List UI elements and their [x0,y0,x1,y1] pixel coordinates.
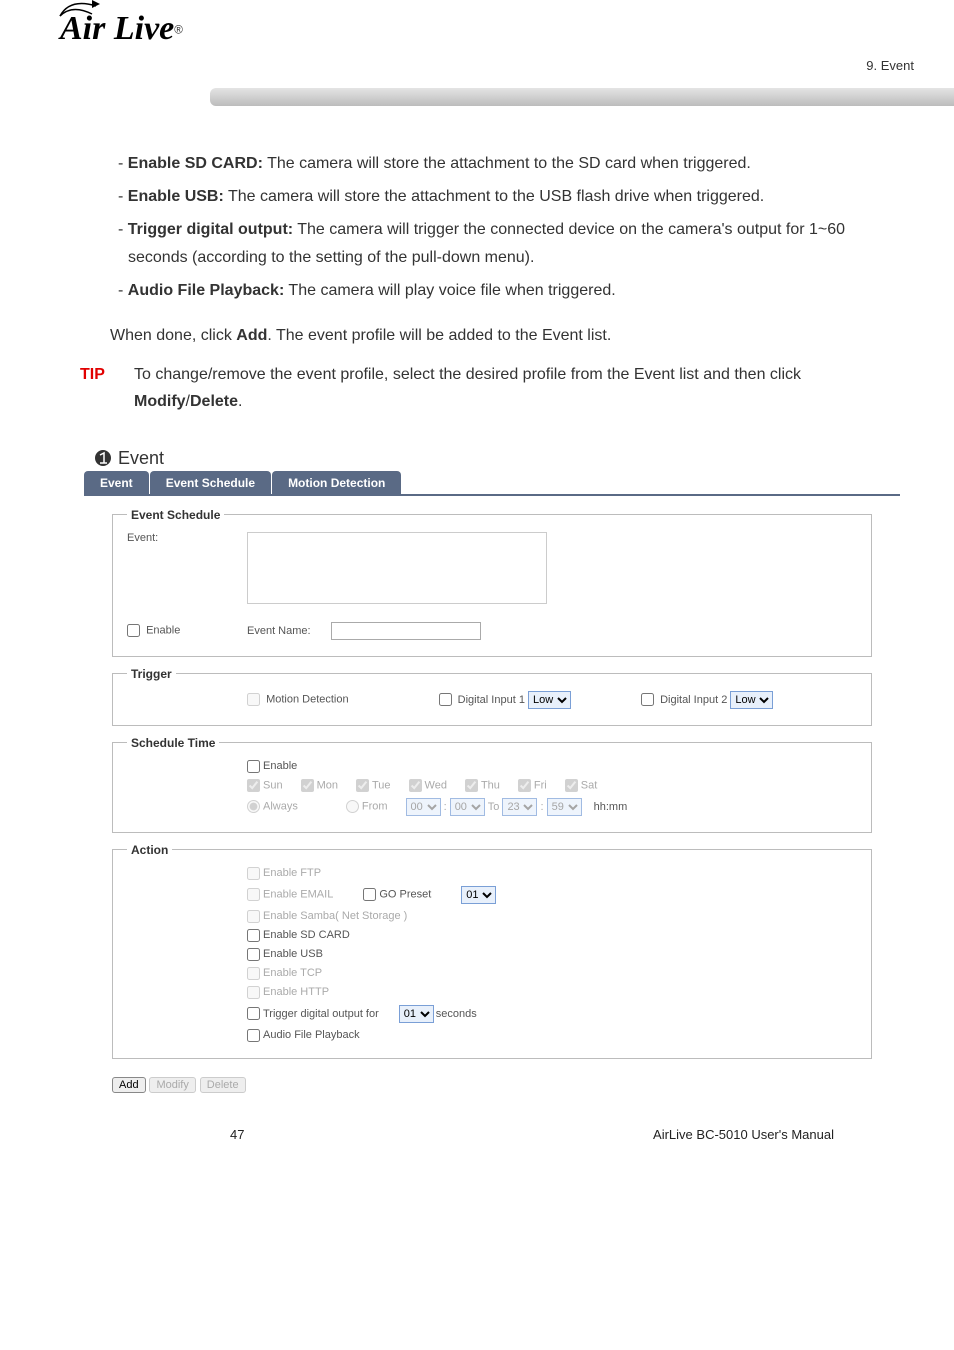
delete-button[interactable]: Delete [200,1077,246,1093]
bullet-sdcard: Enable SD CARD: The camera will store th… [110,150,894,177]
motion-detection-checkbox[interactable] [247,693,260,706]
page-header: Air Live® 9. Event [0,0,954,120]
to-hour-select[interactable]: 23 [502,798,537,816]
add-button[interactable]: Add [112,1077,146,1093]
manual-title: AirLive BC-5010 User's Manual [653,1127,834,1142]
always-radio[interactable] [247,800,260,813]
enable-sdcard-checkbox[interactable] [247,929,260,942]
day-tue-checkbox[interactable] [356,779,369,792]
fieldset-schedule-time: Schedule Time Enable Sun Mon Tue Wed Thu… [112,736,872,833]
section-label: 9. Event [866,58,914,73]
logo-reg: ® [174,23,183,36]
panel-body: Event Schedule Event: Enable Event Name:… [84,496,900,1073]
info-icon [94,449,112,467]
go-preset-checkbox[interactable] [363,888,376,901]
digital-input-2-label: Digital Input 2 [660,694,727,706]
enable-tcp-checkbox[interactable] [247,967,260,980]
tabs: Event Event Schedule Motion Detection [84,471,900,496]
from-min-select[interactable]: 00 [450,798,485,816]
bullet-audio: Audio File Playback: The camera will pla… [110,277,894,304]
digital-input-1-label: Digital Input 1 [458,694,525,706]
bullet-usb: Enable USB: The camera will store the at… [110,183,894,210]
enable-checkbox[interactable] [127,624,140,637]
event-panel-screenshot: Event Event Event Schedule Motion Detect… [0,432,954,1099]
tab-motion-detection[interactable]: Motion Detection [272,471,401,494]
legend-event-schedule: Event Schedule [127,508,224,522]
tip-row: TIP To change/remove the event profile, … [0,349,954,431]
digital-input-1-select[interactable]: Low [528,691,571,709]
enable-http-checkbox[interactable] [247,986,260,999]
fieldset-event-schedule: Event Schedule Event: Enable Event Name: [112,508,872,657]
legend-action: Action [127,843,172,857]
tab-event-schedule[interactable]: Event Schedule [150,471,271,494]
enable-label: Enable [146,624,180,636]
day-mon-checkbox[interactable] [301,779,314,792]
go-preset-select[interactable]: 01 [461,886,496,904]
legend-schedule-time: Schedule Time [127,736,219,750]
done-line: When done, click Add. The event profile … [110,310,894,349]
day-wed-checkbox[interactable] [409,779,422,792]
trigger-digital-output-checkbox[interactable] [247,1007,260,1020]
digital-input-2-select[interactable]: Low [730,691,773,709]
logo-swoosh-icon [58,0,100,20]
event-name-label: Event Name: [247,625,311,637]
hhmm-label: hh:mm [594,801,628,813]
to-min-select[interactable]: 59 [547,798,582,816]
day-fri-checkbox[interactable] [518,779,531,792]
day-thu-checkbox[interactable] [465,779,478,792]
trigger-seconds-select[interactable]: 01 [399,1005,434,1023]
tip-text: To change/remove the event profile, sele… [126,361,894,415]
event-name-input[interactable] [331,622,481,640]
page-number: 47 [230,1127,244,1142]
digital-input-2-checkbox[interactable] [641,693,654,706]
logo: Air Live® [60,10,924,48]
enable-ftp-checkbox[interactable] [247,867,260,880]
day-sat-checkbox[interactable] [565,779,578,792]
modify-button[interactable]: Modify [149,1077,195,1093]
fieldset-action: Action Enable FTP Enable EMAIL GO Preset… [112,843,872,1059]
enable-samba-checkbox[interactable] [247,910,260,923]
motion-detection-label: Motion Detection [266,693,349,705]
header-divider-bar [210,88,954,106]
event-label: Event: [127,532,247,544]
panel-buttons: Add Modify Delete [84,1073,900,1099]
panel-title: Event [84,442,900,471]
enable-usb-checkbox[interactable] [247,948,260,961]
bullet-trigger: Trigger digital output: The camera will … [110,216,894,270]
schedule-enable-label: Enable [263,760,297,772]
content-text: Enable SD CARD: The camera will store th… [0,120,954,349]
audio-file-playback-checkbox[interactable] [247,1029,260,1042]
page-footer: 47 AirLive BC-5010 User's Manual [0,1099,954,1162]
schedule-enable-checkbox[interactable] [247,760,260,773]
tip-label: TIP [80,361,126,415]
tab-event[interactable]: Event [84,471,149,494]
digital-input-1-checkbox[interactable] [439,693,452,706]
day-sun-checkbox[interactable] [247,779,260,792]
event-list[interactable] [247,532,547,604]
from-radio[interactable] [346,800,359,813]
enable-email-checkbox[interactable] [247,888,260,901]
legend-trigger: Trigger [127,667,176,681]
fieldset-trigger: Trigger Motion Detection Digital Input 1… [112,667,872,726]
from-hour-select[interactable]: 00 [406,798,441,816]
